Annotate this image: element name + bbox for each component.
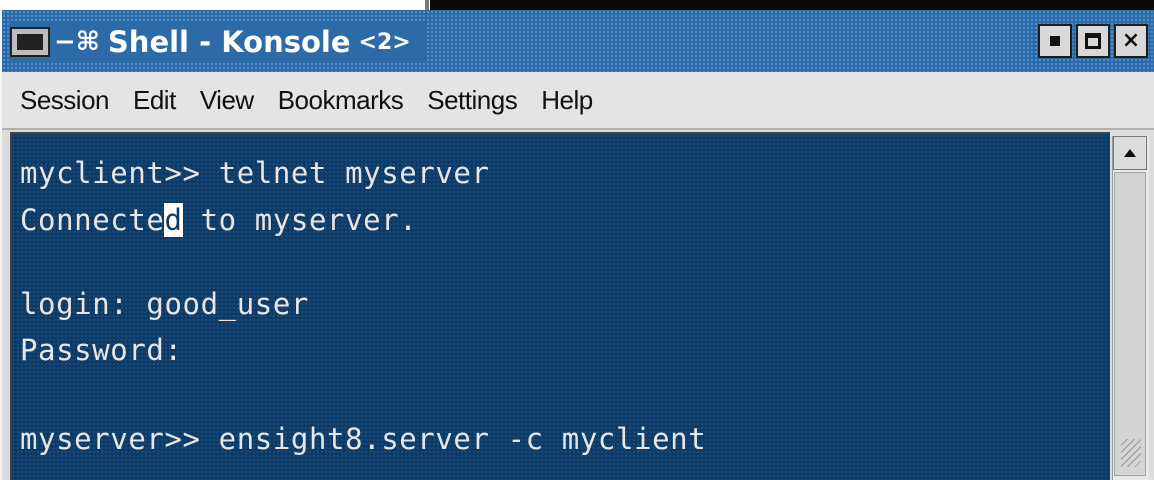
terminal-text: to myserver. <box>182 203 418 237</box>
maximize-icon <box>1085 33 1101 49</box>
scroll-up-button[interactable] <box>1113 136 1147 170</box>
terminal-line: login: good_user <box>20 287 309 321</box>
resize-grip-icon[interactable] <box>1121 439 1141 467</box>
terminal-line: myclient>> telnet myserver <box>20 156 490 190</box>
text-cursor: d <box>164 203 183 237</box>
terminal-line: Password: <box>20 333 183 367</box>
vertical-scrollbar[interactable] <box>1112 136 1149 480</box>
minimize-button[interactable] <box>1038 24 1072 58</box>
menu-view[interactable]: View <box>200 85 254 116</box>
minimize-icon <box>1050 36 1060 46</box>
menu-bookmarks[interactable]: Bookmarks <box>278 85 404 116</box>
menu-help[interactable]: Help <box>541 85 593 116</box>
menu-settings[interactable]: Settings <box>427 85 517 116</box>
close-icon: × <box>1121 28 1141 53</box>
menu-bar: Session Edit View Bookmarks Settings Hel… <box>2 72 1154 130</box>
konsole-icon[interactable] <box>10 27 50 57</box>
arrow-up-icon <box>1124 149 1136 157</box>
terminal-area[interactable]: myclient>> telnet myserver Connected to … <box>10 132 1110 480</box>
title-bar[interactable]: −⌘ Shell - Konsole <2> × <box>2 10 1154 73</box>
terminal-text: Connecte <box>20 203 165 237</box>
konsole-window: −⌘ Shell - Konsole <2> × Session Edit Vi… <box>0 10 1154 480</box>
window-title: Shell - Konsole <box>107 25 351 59</box>
maximize-button[interactable] <box>1076 24 1110 58</box>
window-controls: × <box>1038 24 1148 58</box>
window-title-suffix: <2> <box>358 29 411 55</box>
sticky-pin-icon[interactable]: −⌘ <box>54 29 100 55</box>
menu-edit[interactable]: Edit <box>133 85 176 116</box>
scroll-track[interactable] <box>1114 172 1146 476</box>
terminal-line-cursor: Connected to myserver. <box>20 203 417 237</box>
menu-session[interactable]: Session <box>20 85 110 116</box>
terminal-line: myserver>> ensight8.server -c myclient <box>20 422 707 456</box>
close-button[interactable]: × <box>1114 24 1148 58</box>
title-group: −⌘ Shell - Konsole <2> <box>10 22 425 62</box>
